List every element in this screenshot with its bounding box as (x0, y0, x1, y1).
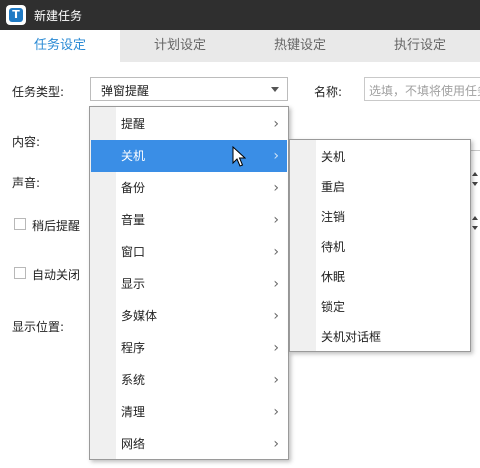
chevron-down-icon (271, 87, 279, 92)
remind-later-checkbox[interactable] (14, 218, 26, 230)
chevron-right-icon: › (273, 148, 279, 164)
submenu-item-hibernate[interactable]: 休眠 (291, 262, 469, 292)
remind-later-spinner[interactable] (470, 214, 480, 234)
task-type-menu: 提醒 › 关机 › 备份 › 音量 › 窗口 › 显示 › 多媒体 › 程序 › 系统 › 清理 ›… (89, 106, 289, 460)
submenu-item-label: 重启 (321, 180, 346, 194)
menu-item-program[interactable]: 程序 › (91, 332, 287, 364)
menu-item-label: 清理 (121, 405, 146, 419)
submenu-item-restart[interactable]: 重启 (291, 172, 469, 202)
auto-close-checkbox[interactable] (14, 267, 26, 279)
chevron-right-icon: › (273, 436, 279, 452)
chevron-right-icon: › (273, 404, 279, 420)
chevron-right-icon: › (273, 244, 279, 260)
window-title: 新建任务 (34, 8, 83, 23)
name-label: 名称: (314, 85, 343, 99)
tab-schedule-settings[interactable]: 计划设定 (120, 30, 240, 62)
task-type-label: 任务类型: (12, 85, 65, 99)
submenu-item-label: 锁定 (321, 300, 346, 314)
name-input[interactable]: 选填，不填将使用任务 (364, 77, 480, 101)
chevron-right-icon: › (273, 308, 279, 324)
menu-item-multimedia[interactable]: 多媒体 › (91, 300, 287, 332)
menu-item-label: 备份 (121, 181, 146, 195)
tab-bar: 任务设定 计划设定 热键设定 执行设定 (0, 30, 480, 62)
chevron-right-icon: › (273, 372, 279, 388)
submenu-item-label: 关机对话框 (321, 330, 382, 344)
content-label: 内容: (12, 135, 41, 149)
spin-down-icon (472, 226, 478, 230)
submenu-item-label: 待机 (321, 240, 346, 254)
submenu-item-shutdown[interactable]: 关机 (291, 142, 469, 172)
menu-item-backup[interactable]: 备份 › (91, 172, 287, 204)
submenu-item-label: 休眠 (321, 270, 346, 284)
app-logo-icon: T (6, 5, 26, 25)
spin-up-icon (472, 216, 478, 220)
menu-item-label: 音量 (121, 213, 146, 227)
title-bar: T 新建任务 (0, 0, 480, 30)
task-type-select[interactable]: 弹窗提醒 (90, 77, 288, 101)
chevron-right-icon: › (273, 180, 279, 196)
auto-close-label: 自动关闭 (32, 268, 81, 282)
menu-item-label: 显示 (121, 277, 146, 291)
menu-item-label: 关机 (121, 149, 146, 163)
menu-item-label: 窗口 (121, 245, 146, 259)
menu-item-display[interactable]: 显示 › (91, 268, 287, 300)
spin-down-icon (472, 182, 478, 186)
submenu-item-label: 关机 (321, 150, 346, 164)
task-type-value: 弹窗提醒 (101, 84, 150, 98)
menu-item-remind[interactable]: 提醒 › (91, 108, 287, 140)
remind-later-label: 稍后提醒 (32, 219, 81, 233)
tab-execution-settings[interactable]: 执行设定 (360, 30, 480, 62)
menu-item-cleanup[interactable]: 清理 › (91, 396, 287, 428)
menu-item-label: 多媒体 (121, 309, 158, 323)
mouse-cursor-icon (232, 146, 246, 167)
content-field-edge (471, 150, 480, 151)
chevron-right-icon: › (273, 116, 279, 132)
menu-item-window[interactable]: 窗口 › (91, 236, 287, 268)
menu-item-label: 系统 (121, 373, 146, 387)
menu-item-volume[interactable]: 音量 › (91, 204, 287, 236)
menu-item-shutdown[interactable]: 关机 › (91, 140, 287, 172)
position-label: 显示位置: (12, 320, 65, 334)
menu-item-system[interactable]: 系统 › (91, 364, 287, 396)
submenu-item-shutdown-dialog[interactable]: 关机对话框 (291, 322, 469, 352)
spin-up-icon (472, 172, 478, 176)
tab-task-settings[interactable]: 任务设定 (0, 30, 120, 62)
submenu-item-lock[interactable]: 锁定 (291, 292, 469, 322)
submenu-item-label: 注销 (321, 210, 346, 224)
submenu-item-logoff[interactable]: 注销 (291, 202, 469, 232)
chevron-right-icon: › (273, 276, 279, 292)
submenu-item-standby[interactable]: 待机 (291, 232, 469, 262)
menu-item-label: 提醒 (121, 117, 146, 131)
chevron-right-icon: › (273, 212, 279, 228)
sound-label: 声音: (12, 176, 41, 190)
shutdown-submenu: 关机 重启 注销 待机 休眠 锁定 关机对话框 (289, 139, 471, 352)
chevron-right-icon: › (273, 340, 279, 356)
sound-spinner[interactable] (470, 170, 480, 190)
menu-item-label: 网络 (121, 437, 146, 451)
menu-item-network[interactable]: 网络 › (91, 428, 287, 460)
menu-item-label: 程序 (121, 341, 146, 355)
tab-hotkey-settings[interactable]: 热键设定 (240, 30, 360, 62)
